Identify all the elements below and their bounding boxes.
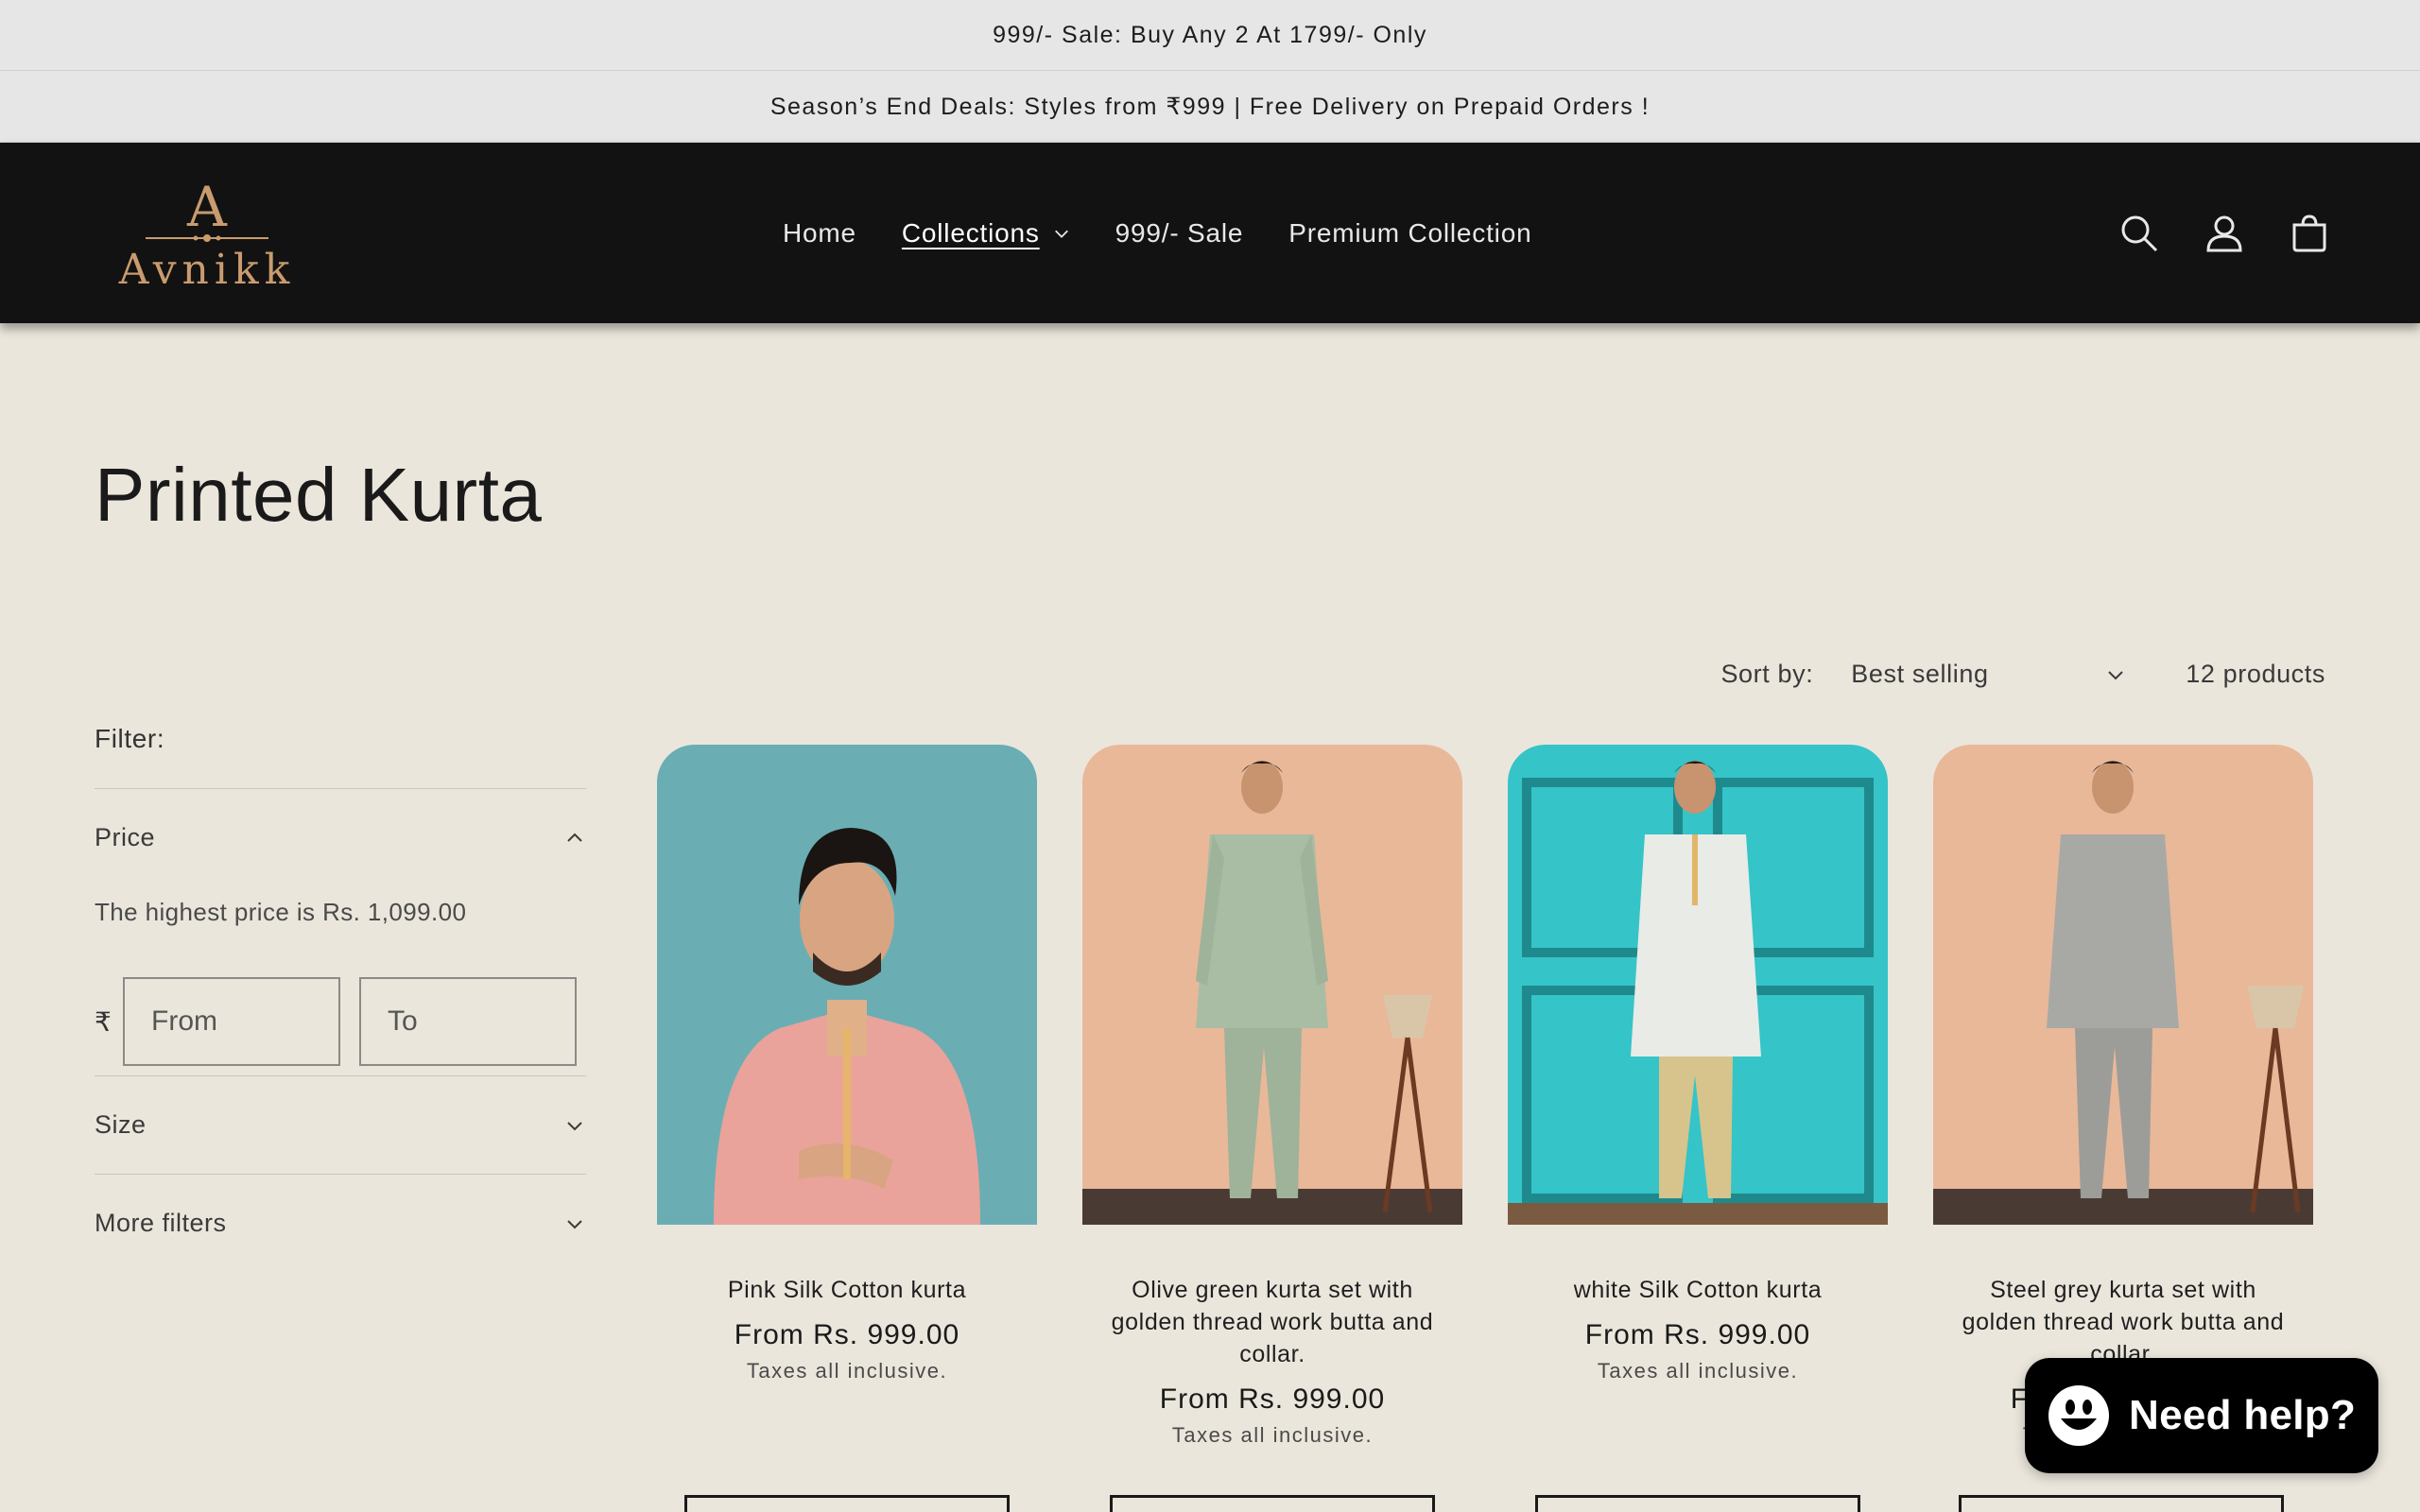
price-note: The highest price is Rs. 1,099.00: [95, 898, 467, 926]
nav-label: Collections: [901, 217, 1040, 248]
announcement-bar-deals: Season’s End Deals: Styles from ₹999 | F…: [0, 71, 2420, 143]
sort-label: Sort by:: [1720, 660, 1814, 688]
filter-price-toggle[interactable]: Price: [95, 788, 586, 886]
product-card[interactable]: white Silk Cotton kurta From Rs. 999.00 …: [1508, 745, 1888, 1448]
announcement-text: 999/- Sale: Buy Any 2 At 1799/- Only: [993, 21, 1427, 48]
quick-add-button[interactable]: [1959, 1495, 2284, 1512]
product-image[interactable]: [1082, 745, 1462, 1225]
nav-item-home[interactable]: Home: [783, 218, 856, 249]
product-title[interactable]: Steel grey kurta set with golden thread …: [1933, 1274, 2313, 1370]
product-price: From Rs. 999.00: [734, 1319, 960, 1350]
nav-label: 999/- Sale: [1115, 217, 1244, 248]
product-title[interactable]: Pink Silk Cotton kurta: [657, 1274, 1037, 1306]
price-to-input[interactable]: [359, 977, 577, 1066]
announcement-bar-sale: 999/- Sale: Buy Any 2 At 1799/- Only: [0, 0, 2420, 71]
product-image[interactable]: [1933, 745, 2313, 1225]
logo-mark: A Avnikk: [118, 175, 296, 294]
filter-size-toggle[interactable]: Size: [95, 1075, 586, 1174]
page-title: Printed Kurta: [95, 453, 543, 537]
quick-add-button[interactable]: [1535, 1495, 1860, 1512]
nav-item-collections[interactable]: Collections: [902, 218, 1070, 249]
filter-sidebar: Filter: Price The highest price is Rs. 1…: [95, 718, 586, 1272]
price-filter-panel: The highest price is Rs. 1,099.00 ₹: [95, 886, 586, 1075]
header-actions: [2119, 143, 2329, 323]
nav-item-999-sale[interactable]: 999/- Sale: [1115, 218, 1244, 249]
chevron-up-icon: [567, 833, 582, 842]
cart-icon[interactable]: [2290, 214, 2329, 253]
sort-bar: Sort by: Best selling 12 products: [1720, 660, 2325, 689]
product-card[interactable]: Pink Silk Cotton kurta From Rs. 999.00 T…: [657, 745, 1037, 1448]
brand-logo[interactable]: A Avnikk: [106, 175, 309, 295]
nav-item-premium-collection[interactable]: Premium Collection: [1288, 218, 1531, 249]
site-header: A Avnikk Home Collections 999/- Sale Pre…: [0, 143, 2420, 323]
help-label: Need help?: [2129, 1392, 2357, 1438]
product-grid: Pink Silk Cotton kurta From Rs. 999.00 T…: [657, 745, 2313, 1448]
nav-label: Home: [783, 217, 856, 248]
help-chat-button[interactable]: Need help?: [2025, 1358, 2378, 1473]
quick-add-button[interactable]: [1110, 1495, 1435, 1512]
sort-select[interactable]: Best selling: [1851, 660, 2125, 689]
quick-add-button[interactable]: [684, 1495, 1010, 1512]
tax-note: Taxes all inclusive.: [746, 1359, 948, 1383]
main-nav: Home Collections 999/- Sale Premium Coll…: [783, 143, 1577, 323]
product-title[interactable]: Olive green kurta set with golden thread…: [1082, 1274, 1462, 1370]
chevron-down-icon: [2108, 670, 2124, 679]
search-icon[interactable]: [2119, 214, 2159, 253]
price-from-input[interactable]: [123, 977, 340, 1066]
svg-text:A: A: [186, 177, 228, 239]
product-image[interactable]: [657, 745, 1037, 1225]
account-icon[interactable]: [2204, 214, 2244, 253]
filter-more-label: More filters: [95, 1209, 227, 1237]
filter-size-label: Size: [95, 1110, 147, 1139]
nav-label: Premium Collection: [1288, 217, 1532, 248]
product-card[interactable]: Steel grey kurta set with golden thread …: [1933, 745, 2313, 1448]
announcement-text: Season’s End Deals: Styles from ₹999 | F…: [769, 93, 1651, 120]
chat-smiley-icon: [2048, 1385, 2109, 1446]
sort-selected-value: Best selling: [1851, 660, 1989, 688]
product-price: From Rs. 999.00: [1159, 1383, 1386, 1415]
filter-more-toggle[interactable]: More filters: [95, 1174, 586, 1272]
filter-price-label: Price: [95, 823, 156, 851]
currency-symbol: ₹: [95, 1006, 112, 1037]
product-price: From Rs. 999.00: [1584, 1319, 1811, 1350]
product-image[interactable]: [1508, 745, 1888, 1225]
tax-note: Taxes all inclusive.: [1171, 1423, 1374, 1447]
chevron-down-icon: [567, 1121, 582, 1130]
product-count: 12 products: [2186, 660, 2325, 688]
chevron-down-icon: [1054, 230, 1068, 238]
price-range-inputs: ₹: [95, 977, 596, 1066]
product-card[interactable]: Olive green kurta set with golden thread…: [1082, 745, 1462, 1448]
chevron-down-icon: [567, 1219, 582, 1228]
product-title[interactable]: white Silk Cotton kurta: [1508, 1274, 1888, 1306]
filter-title: Filter:: [95, 724, 165, 753]
tax-note: Taxes all inclusive.: [1597, 1359, 1799, 1383]
svg-text:Avnikk: Avnikk: [118, 246, 296, 294]
